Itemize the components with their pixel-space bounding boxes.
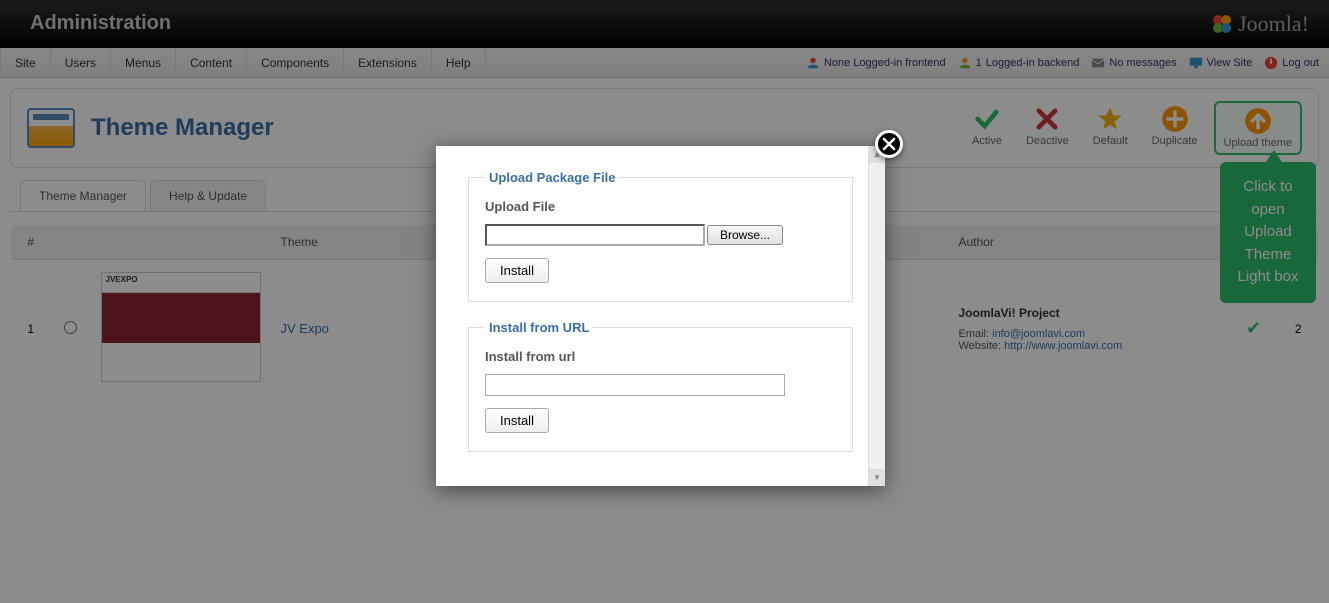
scroll-down-icon[interactable]: ▼ [869, 469, 885, 486]
url-label: Install from url [485, 349, 836, 364]
url-fieldset: Install from URL Install from url Instal… [468, 320, 853, 452]
install-url-button[interactable]: Install [485, 408, 549, 433]
modal-scrollbar[interactable]: ▲ ▼ [868, 146, 885, 486]
install-upload-button[interactable]: Install [485, 258, 549, 283]
url-legend: Install from URL [485, 320, 593, 335]
close-icon [882, 137, 896, 151]
browse-button[interactable]: Browse... [707, 225, 783, 245]
url-input[interactable] [485, 374, 785, 396]
upload-modal: Upload Package File Upload File Browse..… [436, 146, 885, 486]
upload-file-label: Upload File [485, 199, 836, 214]
file-input[interactable] [485, 224, 705, 246]
modal-close-button[interactable] [875, 130, 903, 158]
upload-fieldset: Upload Package File Upload File Browse..… [468, 170, 853, 302]
upload-legend: Upload Package File [485, 170, 619, 185]
